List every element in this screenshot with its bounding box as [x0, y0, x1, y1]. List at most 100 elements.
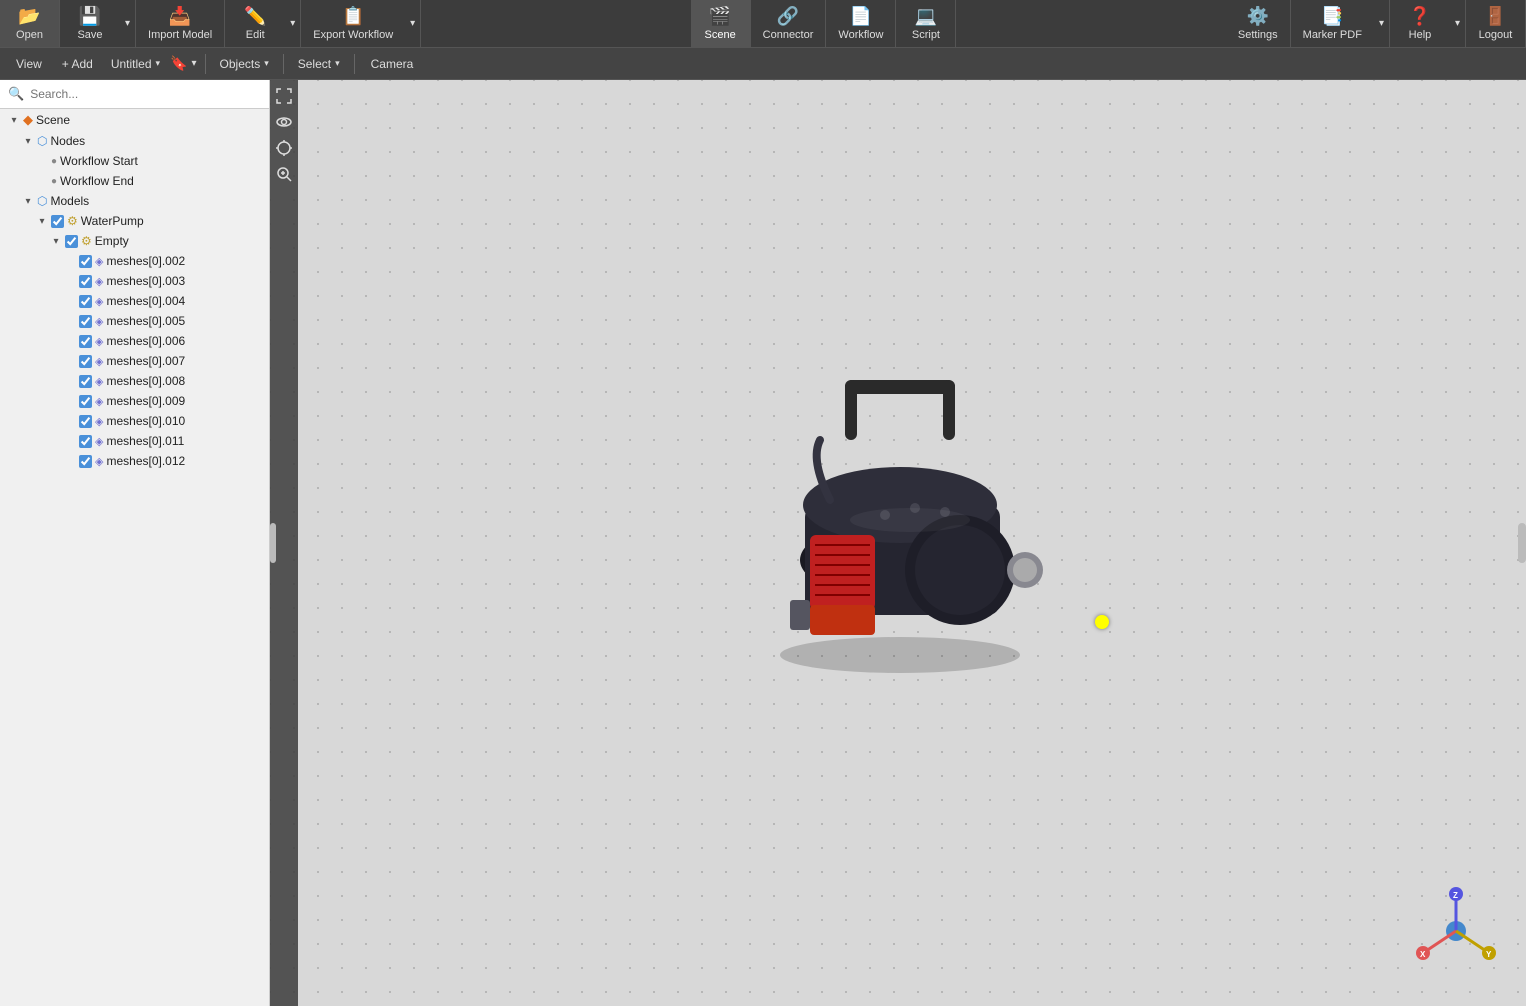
- search-icon: 🔍: [8, 86, 24, 102]
- svg-text:X: X: [1420, 950, 1426, 959]
- tree-mesh-9[interactable]: ◈ meshes[0].011: [0, 431, 269, 451]
- open-icon: 📂: [18, 6, 40, 27]
- mesh-checkbox-7[interactable]: [79, 395, 92, 408]
- fullscreen-button[interactable]: [272, 84, 296, 108]
- scene-label: Scene: [36, 113, 70, 127]
- tree-models[interactable]: ▾ ⬡ Models: [0, 191, 269, 211]
- tree-workflow-end[interactable]: ● Workflow End: [0, 171, 269, 191]
- mesh-checkbox-4[interactable]: [79, 335, 92, 348]
- export-workflow-button[interactable]: 📋 Export Workflow: [301, 0, 405, 47]
- connector-button[interactable]: 🔗 Connector: [751, 0, 827, 47]
- bookmark-arrow[interactable]: ▾: [191, 58, 196, 69]
- mesh-checkbox-9[interactable]: [79, 435, 92, 448]
- camera-button[interactable]: Camera: [363, 54, 422, 74]
- open-button[interactable]: 📂 Open: [0, 0, 60, 47]
- tree-mesh-3[interactable]: ◈ meshes[0].005: [0, 311, 269, 331]
- script-button[interactable]: 💻 Script: [896, 0, 956, 47]
- tree-empty[interactable]: ▾ ⚙ Empty: [0, 231, 269, 251]
- add-button[interactable]: + Add: [54, 54, 101, 74]
- import-model-button[interactable]: 📥 Import Model: [136, 0, 225, 47]
- workflow-icon: 📄: [850, 6, 872, 27]
- search-bar: 🔍: [0, 80, 269, 109]
- ws-icon: ●: [51, 156, 57, 167]
- mesh-list: ◈ meshes[0].002 ◈ meshes[0].003 ◈ meshes…: [0, 251, 269, 471]
- save-label: Save: [77, 29, 102, 41]
- edit-label: Edit: [246, 29, 265, 41]
- settings-button[interactable]: ⚙️ Settings: [1226, 0, 1291, 47]
- mesh-checkbox-3[interactable]: [79, 315, 92, 328]
- tree-mesh-5[interactable]: ◈ meshes[0].007: [0, 351, 269, 371]
- target-button[interactable]: [272, 136, 296, 160]
- nodes-label: Nodes: [50, 134, 85, 148]
- help-button[interactable]: ❓ Help: [1390, 0, 1450, 47]
- save-button[interactable]: 💾 Save: [60, 0, 120, 47]
- mesh-icon-9: ◈: [95, 435, 103, 448]
- save-icon: 💾: [79, 6, 101, 27]
- we-icon: ●: [51, 176, 57, 187]
- mesh-label-10: meshes[0].012: [106, 454, 185, 468]
- left-resize-handle[interactable]: [270, 523, 276, 563]
- tree-workflow-start[interactable]: ● Workflow Start: [0, 151, 269, 171]
- marker-pdf-button[interactable]: 📑 Marker PDF: [1291, 0, 1374, 47]
- tree-scene[interactable]: ▾ ◆ Scene: [0, 109, 269, 131]
- mesh-checkbox-0[interactable]: [79, 255, 92, 268]
- right-resize-handle[interactable]: [1518, 523, 1526, 563]
- marker-pdf-dropdown[interactable]: ▾: [1374, 0, 1389, 47]
- zoom-button[interactable]: [272, 162, 296, 186]
- edit-dropdown[interactable]: ▾: [285, 0, 300, 47]
- tree-mesh-8[interactable]: ◈ meshes[0].010: [0, 411, 269, 431]
- script-label: Script: [912, 29, 940, 41]
- edit-group: ✏️ Edit ▾: [225, 0, 301, 47]
- nodes-chevron: ▾: [22, 136, 34, 147]
- mesh-checkbox-8[interactable]: [79, 415, 92, 428]
- mesh-checkbox-10[interactable]: [79, 455, 92, 468]
- mesh-icon-0: ◈: [95, 255, 103, 268]
- edit-button[interactable]: ✏️ Edit: [225, 0, 285, 47]
- scene-button[interactable]: 🎬 Scene: [691, 0, 751, 47]
- mesh-checkbox-2[interactable]: [79, 295, 92, 308]
- workflow-start-label: Workflow Start: [60, 154, 138, 168]
- view-button[interactable]: View: [8, 54, 50, 74]
- mesh-icon-7: ◈: [95, 395, 103, 408]
- save-group: 💾 Save ▾: [60, 0, 136, 47]
- eye-button[interactable]: [272, 110, 296, 134]
- tree-mesh-6[interactable]: ◈ meshes[0].008: [0, 371, 269, 391]
- logout-button[interactable]: 🚪 Logout: [1466, 0, 1526, 47]
- wp-checkbox[interactable]: [51, 215, 64, 228]
- tree-mesh-7[interactable]: ◈ meshes[0].009: [0, 391, 269, 411]
- help-dropdown[interactable]: ▾: [1450, 0, 1465, 47]
- mesh-icon-4: ◈: [95, 335, 103, 348]
- connector-label: Connector: [763, 29, 814, 41]
- mesh-label-3: meshes[0].005: [106, 314, 185, 328]
- empty-checkbox[interactable]: [65, 235, 78, 248]
- nodes-icon: ⬡: [37, 134, 47, 148]
- tree-mesh-0[interactable]: ◈ meshes[0].002: [0, 251, 269, 271]
- mesh-icon-2: ◈: [95, 295, 103, 308]
- help-group: ❓ Help ▾: [1390, 0, 1466, 47]
- select-dropdown[interactable]: Select ▾: [292, 54, 346, 74]
- workflow-label: Workflow: [838, 29, 883, 41]
- objects-text: Objects: [220, 57, 261, 71]
- search-input[interactable]: [30, 87, 261, 101]
- workflow-button[interactable]: 📄 Workflow: [826, 0, 896, 47]
- mesh-label-8: meshes[0].010: [106, 414, 185, 428]
- tree-mesh-1[interactable]: ◈ meshes[0].003: [0, 271, 269, 291]
- tree-nodes[interactable]: ▾ ⬡ Nodes: [0, 131, 269, 151]
- marker-pdf-icon: 📑: [1321, 6, 1343, 27]
- tree-mesh-2[interactable]: ◈ meshes[0].004: [0, 291, 269, 311]
- mesh-label-4: meshes[0].006: [106, 334, 185, 348]
- bookmark-icon[interactable]: 🔖: [170, 55, 187, 72]
- cursor-indicator: [1095, 615, 1109, 629]
- scene-name-dropdown[interactable]: Untitled ▾: [105, 54, 166, 74]
- mesh-checkbox-6[interactable]: [79, 375, 92, 388]
- save-dropdown[interactable]: ▾: [120, 0, 135, 47]
- objects-dropdown[interactable]: Objects ▾: [214, 54, 275, 74]
- tree-waterpump[interactable]: ▾ ⚙ WaterPump: [0, 211, 269, 231]
- mesh-checkbox-5[interactable]: [79, 355, 92, 368]
- second-toolbar: View + Add Untitled ▾ 🔖 ▾ Objects ▾ Sele…: [0, 48, 1526, 80]
- tree-mesh-10[interactable]: ◈ meshes[0].012: [0, 451, 269, 471]
- tree-mesh-4[interactable]: ◈ meshes[0].006: [0, 331, 269, 351]
- export-workflow-dropdown[interactable]: ▾: [405, 0, 420, 47]
- viewport[interactable]: Z X Y: [270, 80, 1526, 1006]
- mesh-checkbox-1[interactable]: [79, 275, 92, 288]
